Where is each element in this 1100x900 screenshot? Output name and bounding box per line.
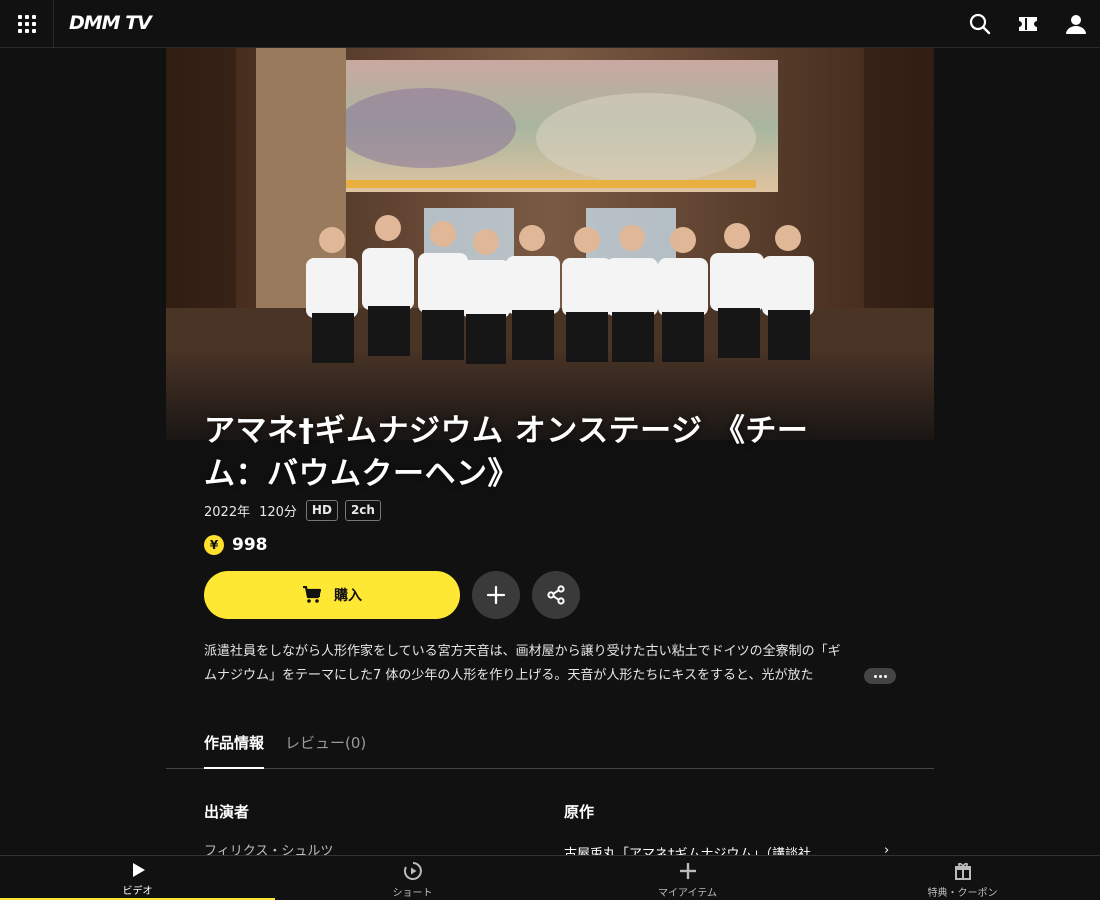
dmm-tv-logo[interactable]: DMM TV bbox=[69, 12, 152, 34]
content-tabs: 作品情報 レビュー(0) bbox=[166, 720, 934, 769]
nav-label: マイアイテム bbox=[658, 888, 717, 899]
synopsis-line: 派遣社員をしながら人形作家をしている宮方天音は、画材屋から譲り受けた古い粘土でド… bbox=[204, 644, 841, 659]
ticket-icon[interactable] bbox=[1016, 12, 1040, 36]
user-icon[interactable] bbox=[1064, 12, 1088, 36]
synopsis: 派遣社員をしながら人形作家をしている宮方天音は、画材屋から譲り受けた古い粘土でド… bbox=[204, 640, 896, 688]
page-title: アマネ†ギムナジウム オンステージ 《チーム：バウムクーヘン》 bbox=[204, 413, 809, 492]
apps-grid-icon[interactable] bbox=[0, 0, 54, 48]
plus-icon bbox=[679, 863, 696, 879]
hero-stage-image bbox=[166, 48, 934, 440]
yen-coin-icon: ¥ bbox=[204, 535, 224, 555]
nav-short[interactable]: ショート bbox=[275, 856, 550, 900]
price-row: ¥ 998 bbox=[204, 535, 268, 555]
hd-badge: HD bbox=[305, 500, 338, 521]
plus-icon bbox=[486, 585, 506, 605]
release-year: 2022年 bbox=[204, 505, 251, 520]
original-heading: 原作 bbox=[564, 803, 595, 821]
audio-badge: 2ch bbox=[344, 500, 381, 521]
add-to-list-button[interactable] bbox=[472, 571, 520, 619]
nav-video[interactable]: ビデオ bbox=[0, 856, 275, 900]
meta-row: 2022年 120分 HD 2ch bbox=[204, 500, 388, 521]
search-icon[interactable] bbox=[968, 12, 992, 36]
top-header: DMM TV bbox=[0, 0, 1100, 48]
short-play-icon bbox=[403, 862, 422, 880]
price-value: 998 bbox=[232, 535, 268, 555]
tab-work-info[interactable]: 作品情報 bbox=[204, 732, 265, 769]
play-icon bbox=[132, 863, 145, 877]
share-button[interactable] bbox=[532, 571, 580, 619]
nav-label: ビデオ bbox=[122, 886, 153, 897]
cast-heading: 出演者 bbox=[204, 803, 250, 821]
buy-label: 購入 bbox=[334, 588, 362, 604]
nav-my-items[interactable]: マイアイテム bbox=[550, 856, 825, 900]
cart-icon bbox=[303, 586, 322, 603]
nav-label: ショート bbox=[392, 888, 433, 899]
gift-icon bbox=[954, 862, 971, 880]
nav-perks-coupons[interactable]: 特典・クーポン bbox=[825, 856, 1100, 900]
tab-reviews[interactable]: レビュー(0) bbox=[285, 732, 366, 767]
duration: 120分 bbox=[259, 505, 297, 520]
share-icon bbox=[547, 585, 565, 605]
bottom-nav: ビデオ ショート マイアイテム 特典・クーポン bbox=[0, 855, 1100, 900]
synopsis-line: ムナジウム」をテーマにした7 体の少年の人形を作り上げる。天音が人形たちにキスを… bbox=[204, 668, 814, 683]
buy-button[interactable]: 購入 bbox=[204, 571, 460, 619]
expand-synopsis-button[interactable] bbox=[864, 668, 896, 684]
nav-label: 特典・クーポン bbox=[927, 888, 998, 899]
